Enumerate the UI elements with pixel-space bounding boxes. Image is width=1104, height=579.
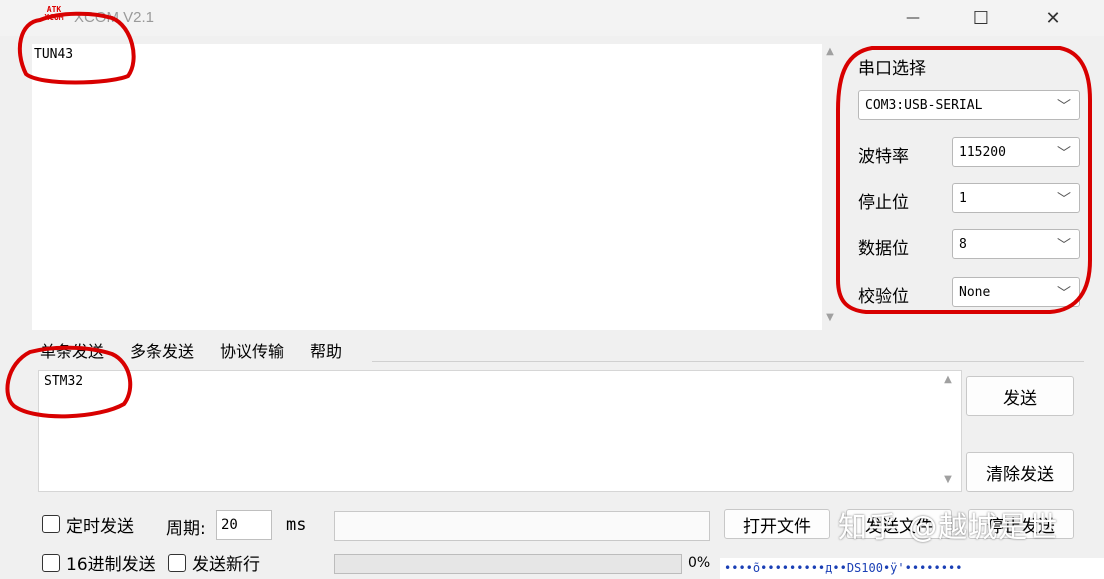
window-title: XCOM V2.1 — [74, 9, 155, 26]
tab-multi-send[interactable]: 多条发送 — [124, 334, 200, 362]
data-bits-value: 8 — [959, 236, 967, 252]
send-newline-checkbox[interactable] — [168, 554, 186, 572]
period-label: 周期: — [166, 519, 206, 539]
tab-single-send[interactable]: 单条发送 — [34, 334, 111, 362]
tab-help[interactable]: 帮助 — [304, 334, 348, 362]
maximize-icon: ☐ — [972, 7, 990, 29]
period-unit: ms — [286, 515, 307, 535]
minimize-icon: — — [906, 10, 920, 26]
hex-send-label: 16进制发送 — [66, 555, 156, 575]
clear-send-button[interactable]: 清除发送 — [966, 452, 1074, 492]
tab-divider — [372, 361, 1084, 362]
parity-value: None — [959, 284, 991, 300]
scroll-up-icon[interactable]: ▲ — [940, 372, 956, 388]
period-input[interactable]: 20 — [216, 510, 272, 540]
parity-select[interactable]: None ﹀ — [952, 277, 1080, 307]
receive-textarea[interactable] — [32, 44, 822, 330]
receive-scrollbar[interactable]: ▲ ▼ — [822, 44, 838, 330]
chevron-down-icon: ﹀ — [1057, 238, 1071, 254]
send-textarea[interactable] — [38, 370, 962, 492]
data-bits-label: 数据位 — [858, 239, 909, 259]
port-select-label: 串口选择 — [858, 59, 926, 79]
data-bits-select[interactable]: 8 ﹀ — [952, 229, 1080, 259]
chevron-down-icon: ﹀ — [1057, 286, 1071, 302]
port-select[interactable]: COM3:USB-SERIAL ﹀ — [858, 90, 1080, 120]
timed-send-checkbox[interactable] — [42, 515, 60, 533]
port-select-value: COM3:USB-SERIAL — [865, 97, 983, 113]
stop-bits-value: 1 — [959, 190, 967, 206]
send-progress-bar — [334, 554, 682, 574]
stop-bits-label: 停止位 — [858, 193, 909, 213]
receive-text: TUN43 — [34, 47, 74, 62]
send-newline-label: 发送新行 — [192, 555, 260, 575]
scroll-down-icon[interactable]: ▼ — [940, 472, 956, 488]
timed-send-label: 定时发送 — [66, 517, 134, 537]
baud-select[interactable]: 115200 ﹀ — [952, 137, 1080, 167]
baud-value: 115200 — [959, 144, 1006, 160]
close-icon: ✕ — [1045, 7, 1061, 29]
scroll-down-icon[interactable]: ▼ — [822, 310, 838, 326]
send-text: STM32 — [44, 374, 84, 389]
title-bar: ATK XCOM XCOM V2.1 — ☐ ✕ — [0, 0, 1104, 36]
send-scrollbar[interactable]: ▲ ▼ — [940, 372, 956, 490]
tab-protocol[interactable]: 协议传输 — [214, 334, 290, 362]
chevron-down-icon: ﹀ — [1057, 146, 1071, 162]
chevron-down-icon: ﹀ — [1057, 192, 1071, 208]
progress-percent: 0% — [688, 555, 711, 571]
status-line: ••••õ•••••••••д••DS100•ÿ'•••••••• — [720, 558, 1104, 579]
chevron-down-icon: ﹀ — [1057, 99, 1071, 115]
hex-send-checkbox[interactable] — [42, 554, 60, 572]
watermark: 知乎 @越城是世 — [838, 510, 1059, 544]
app-icon: ATK XCOM — [44, 5, 64, 22]
scroll-up-icon[interactable]: ▲ — [822, 44, 838, 60]
parity-label: 校验位 — [858, 287, 909, 307]
stop-bits-select[interactable]: 1 ﹀ — [952, 183, 1080, 213]
send-button[interactable]: 发送 — [966, 376, 1074, 416]
minimize-button[interactable]: — — [890, 0, 936, 36]
annotation-circle-serial-panel — [836, 46, 1092, 314]
maximize-button[interactable]: ☐ — [958, 0, 1004, 36]
file-path-field[interactable] — [334, 511, 710, 541]
open-file-button[interactable]: 打开文件 — [724, 509, 830, 539]
baud-label: 波特率 — [858, 147, 909, 167]
close-button[interactable]: ✕ — [1030, 0, 1076, 36]
